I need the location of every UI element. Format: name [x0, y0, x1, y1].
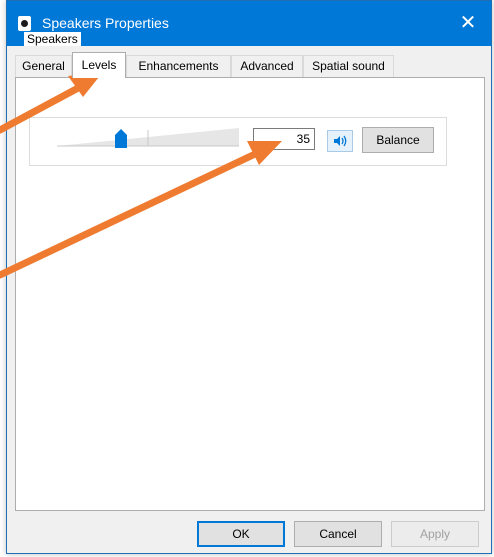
tab-advanced[interactable]: Advanced — [231, 55, 303, 77]
balance-button[interactable]: Balance — [362, 127, 434, 153]
tab-strip: General Levels Enhancements Advanced Spa… — [15, 52, 485, 78]
speaker-volume-icon — [334, 135, 347, 147]
volume-slider-thumb[interactable] — [115, 129, 127, 148]
close-button[interactable]: ✕ — [445, 1, 491, 46]
tab-general[interactable]: General — [15, 55, 72, 77]
speaker-app-icon — [18, 16, 31, 31]
volume-slider[interactable] — [57, 128, 239, 148]
tab-enhancements[interactable]: Enhancements — [126, 55, 231, 77]
apply-button[interactable]: Apply — [391, 521, 479, 547]
mute-toggle-button[interactable] — [327, 130, 353, 152]
volume-value-field[interactable]: 35 — [253, 128, 315, 150]
speakers-properties-dialog: Speakers Properties ✕ General Levels Enh… — [6, 0, 492, 554]
window-title: Speakers Properties — [42, 15, 169, 31]
cancel-button[interactable]: Cancel — [294, 521, 382, 547]
ok-button[interactable]: OK — [197, 521, 285, 547]
speakers-group-label: Speakers — [24, 32, 81, 46]
tab-levels[interactable]: Levels — [72, 52, 126, 78]
tab-spatial-sound[interactable]: Spatial sound — [303, 55, 394, 77]
